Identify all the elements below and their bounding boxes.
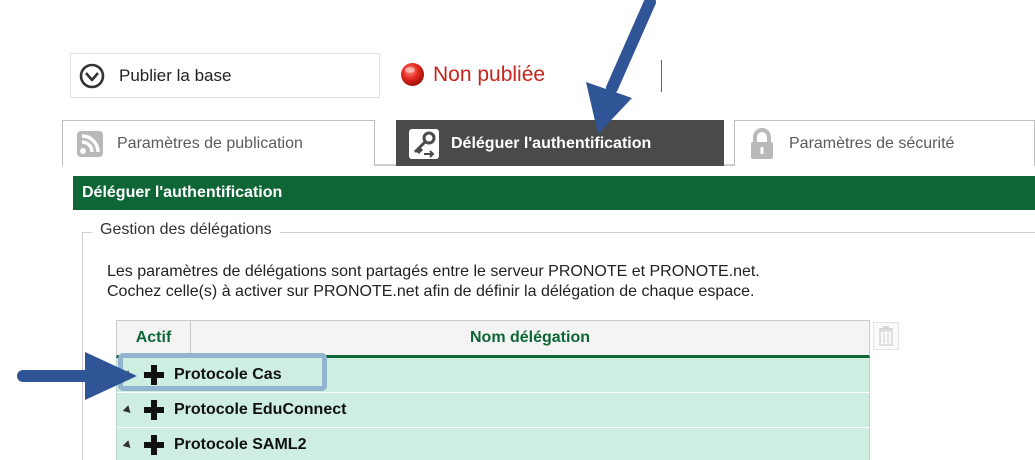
rss-feed-icon xyxy=(77,130,103,157)
tab-publication-settings[interactable]: Paramètres de publication xyxy=(62,120,375,166)
tab-bar: Paramètres de publication Déléguer l'aut… xyxy=(62,120,1035,166)
tab-delegate-authentication[interactable]: Déléguer l'authentification xyxy=(396,120,724,166)
expand-triangle-icon[interactable] xyxy=(122,404,134,416)
column-header-nom-delegation[interactable]: Nom délégation xyxy=(191,321,869,355)
description-line: Les paramètres de délégations sont parta… xyxy=(107,263,760,280)
status-label: Non publiée xyxy=(433,62,546,86)
red-status-dot-icon xyxy=(401,63,424,86)
publish-base-button[interactable]: Publier la base xyxy=(70,53,380,98)
publish-button-label: Publier la base xyxy=(119,65,232,85)
expand-triangle-icon[interactable] xyxy=(122,439,134,451)
tab-label: Paramètres de sécurité xyxy=(789,134,955,152)
table-row[interactable]: Protocole EduConnect xyxy=(116,393,870,428)
right-arrow-annotation xyxy=(17,352,137,400)
publish-icon xyxy=(79,63,105,88)
tab-label: Paramètres de publication xyxy=(117,134,303,152)
lock-icon xyxy=(751,127,773,159)
highlight-annotation xyxy=(118,353,327,391)
fieldset-legend: Gestion des délégations xyxy=(92,221,280,239)
key-delegate-icon xyxy=(409,128,439,159)
publication-status: Non publiée xyxy=(400,62,545,87)
plus-icon[interactable] xyxy=(144,400,164,420)
section-title: Déléguer l'authentification xyxy=(73,176,1035,210)
plus-icon[interactable] xyxy=(144,435,164,455)
description-line: Cochez celle(s) à activer sur PRONOTE.ne… xyxy=(107,283,755,300)
row-label: Protocole SAML2 xyxy=(174,436,307,453)
description: Les paramètres de délégations sont parta… xyxy=(107,262,760,302)
tab-security-settings[interactable]: Paramètres de sécurité xyxy=(734,120,1035,166)
row-label: Protocole EduConnect xyxy=(174,401,347,418)
down-arrow-annotation xyxy=(586,0,656,134)
table-row[interactable]: Protocole SAML2 xyxy=(116,428,870,460)
trash-icon[interactable] xyxy=(873,322,899,350)
